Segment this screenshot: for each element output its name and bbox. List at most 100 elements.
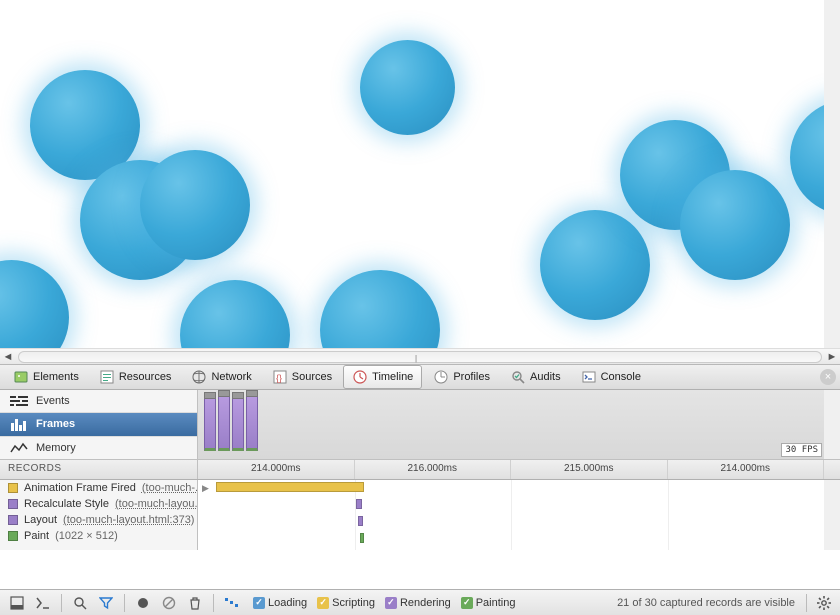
tab-sources[interactable]: {} Sources	[263, 365, 341, 389]
records-header: RECORDS 214.000ms216.000ms215.000ms214.0…	[0, 460, 840, 480]
frames-overview[interactable]: 30 FPS	[198, 390, 840, 459]
timeline-gridline	[668, 480, 669, 550]
record-detail: (1022 × 512)	[55, 530, 118, 542]
expand-triangle-icon[interactable]: ▶	[202, 483, 209, 494]
clear-button[interactable]	[158, 593, 180, 613]
scrollbar-track[interactable]	[18, 351, 822, 363]
settings-gear-icon[interactable]	[814, 593, 834, 613]
record-timeline-bar[interactable]	[360, 533, 364, 543]
frame-bar[interactable]	[246, 395, 258, 451]
timeline-gridline	[511, 480, 512, 550]
legend-checkbox[interactable]: ✓	[317, 597, 329, 609]
tab-label: Elements	[33, 371, 79, 383]
ball	[0, 260, 69, 348]
sources-icon: {}	[272, 369, 288, 385]
record-row[interactable]: Animation Frame Fired (too-much-...	[0, 480, 197, 496]
dock-button[interactable]	[6, 593, 28, 613]
record-color-swatch	[8, 531, 18, 541]
scrollbar-thumb-grip-icon[interactable]	[415, 354, 425, 362]
legend-label: Rendering	[400, 597, 451, 609]
tab-profiles[interactable]: Profiles	[424, 365, 499, 389]
records-timeline[interactable]: ▶	[198, 480, 840, 550]
record-name: Layout	[24, 514, 57, 526]
tab-label: Timeline	[372, 371, 413, 383]
toolbar-separator	[124, 594, 125, 612]
legend-checkbox[interactable]: ✓	[461, 597, 473, 609]
devtools-tabbar: Elements Resources Network {} Sources Timelin…	[0, 364, 840, 390]
record-name: Animation Frame Fired	[24, 482, 136, 494]
time-column-header: 215.000ms	[511, 460, 668, 479]
record-name: Paint	[24, 530, 49, 542]
frames-mode-icon	[10, 417, 28, 431]
record-timeline-bar[interactable]	[216, 482, 364, 492]
record-button[interactable]	[132, 593, 154, 613]
tab-console[interactable]: Console	[572, 365, 650, 389]
events-mode-icon	[10, 394, 28, 408]
record-source-link[interactable]: (too-much-layout.html:373)	[63, 514, 194, 526]
ball	[360, 40, 455, 135]
profiles-icon	[433, 369, 449, 385]
sidebar-item-label: Events	[36, 395, 70, 407]
glue-async-button[interactable]	[221, 593, 243, 613]
record-row[interactable]: Recalculate Style (too-much-layou...	[0, 496, 197, 512]
sidebar-item-label: Memory	[36, 442, 76, 454]
audits-icon	[510, 369, 526, 385]
sidebar-item-memory[interactable]: Memory	[0, 437, 197, 459]
time-column-header: 214.000ms	[668, 460, 825, 479]
filter-button[interactable]	[95, 593, 117, 613]
frame-bar[interactable]	[204, 397, 216, 451]
ball	[680, 170, 790, 280]
record-source-link[interactable]: (too-much-...	[142, 482, 198, 494]
legend-checkbox[interactable]: ✓	[385, 597, 397, 609]
records-time-columns: 214.000ms216.000ms215.000ms214.000ms	[198, 460, 840, 479]
record-color-swatch	[8, 483, 18, 493]
toolbar-separator	[213, 594, 214, 612]
tab-elements[interactable]: Elements	[4, 365, 88, 389]
scroll-right-arrow-icon[interactable]: ►	[824, 349, 840, 365]
ball	[180, 280, 290, 348]
horizontal-scrollbar[interactable]: ◄ ►	[0, 348, 840, 364]
search-button[interactable]	[69, 593, 91, 613]
legend-label: Scripting	[332, 597, 375, 609]
console-toggle-button[interactable]	[32, 593, 54, 613]
memory-mode-icon	[10, 441, 28, 455]
timeline-mode-list: Events Frames Memory	[0, 390, 198, 459]
ball	[540, 210, 650, 320]
record-source-link[interactable]: (too-much-layou...	[115, 498, 198, 510]
record-row[interactable]: Paint (1022 × 512)	[0, 528, 197, 544]
toolbar-separator	[806, 594, 807, 612]
legend-item-painting[interactable]: ✓Painting	[461, 597, 516, 609]
record-timeline-bar[interactable]	[356, 499, 362, 509]
record-row[interactable]: Layout (too-much-layout.html:373)	[0, 512, 197, 528]
sidebar-item-events[interactable]: Events	[0, 390, 197, 413]
svg-text:{}: {}	[276, 373, 282, 383]
frames-bars-container	[204, 394, 258, 451]
garbage-collect-button[interactable]	[184, 593, 206, 613]
record-timeline-bar[interactable]	[358, 516, 363, 526]
frame-bar[interactable]	[232, 397, 244, 451]
legend-item-scripting[interactable]: ✓Scripting	[317, 597, 375, 609]
ball	[320, 270, 440, 348]
legend-item-rendering[interactable]: ✓Rendering	[385, 597, 451, 609]
legend: ✓Loading✓Scripting✓Rendering✓Painting	[253, 597, 515, 609]
tab-label: Audits	[530, 371, 561, 383]
tab-audits[interactable]: Audits	[501, 365, 570, 389]
tab-label: Sources	[292, 371, 332, 383]
tab-label: Profiles	[453, 371, 490, 383]
tab-label: Resources	[119, 371, 172, 383]
legend-label: Painting	[476, 597, 516, 609]
console-icon	[581, 369, 597, 385]
records-header-label: RECORDS	[0, 460, 198, 479]
sidebar-item-frames[interactable]: Frames	[0, 413, 197, 436]
legend-checkbox[interactable]: ✓	[253, 597, 265, 609]
frame-bar[interactable]	[218, 395, 230, 451]
tab-resources[interactable]: Resources	[90, 365, 181, 389]
record-name: Recalculate Style	[24, 498, 109, 510]
tab-timeline[interactable]: Timeline	[343, 365, 422, 389]
status-text: 21 of 30 captured records are visible	[617, 597, 799, 609]
scroll-left-arrow-icon[interactable]: ◄	[0, 349, 16, 365]
tab-network[interactable]: Network	[182, 365, 260, 389]
timeline-icon	[352, 369, 368, 385]
legend-item-loading[interactable]: ✓Loading	[253, 597, 307, 609]
close-devtools-button[interactable]: ×	[820, 369, 836, 385]
